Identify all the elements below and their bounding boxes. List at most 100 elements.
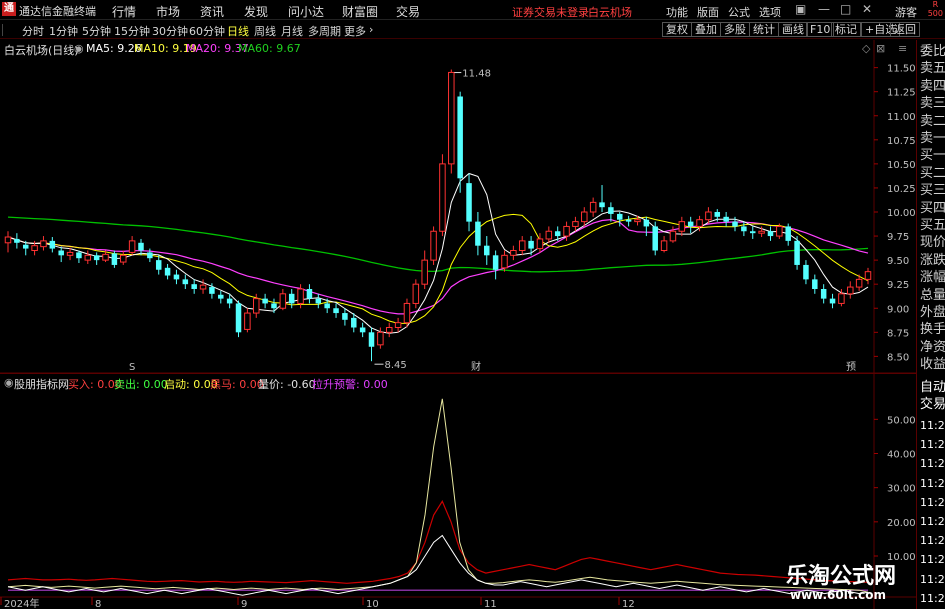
minimize-icon[interactable]: — [818,2,830,16]
menu-discover[interactable]: 发现 [244,3,268,20]
period-intraday[interactable]: 分时 [22,23,44,39]
event-marker-cai: 财 [471,360,481,373]
side-panel-item[interactable]: 交易 [920,397,945,412]
candle-body [14,238,20,243]
candle-body [412,283,420,304]
period-daily[interactable]: 日线 [227,23,249,39]
period-1min[interactable]: 1分钟 [49,23,78,39]
date-tick-label: 9 [241,599,247,609]
period-15min[interactable]: 15分钟 [114,23,150,39]
candle-body [4,236,12,244]
candle-body [608,207,614,214]
period-60min[interactable]: 60分钟 [189,23,225,39]
menu-wealth[interactable]: 财富圈 [342,3,378,20]
menu-layout[interactable]: 版面 [697,4,719,20]
candle-body [244,312,251,330]
candle-body [492,255,499,270]
indicator-toggle-icon[interactable]: ◉ [4,376,14,389]
back-button[interactable]: 返回 [890,22,920,37]
indicator-info-bar: ◉ 股朋指标网 买入: 0.00 卖出: 0.00 启动: 0.00 黑马: 0… [0,373,916,392]
candle-body [128,240,136,253]
watermark-title: 乐淘公式网 [786,564,897,589]
candle-body [599,202,605,208]
mark-button[interactable]: 标记 [831,22,861,37]
candle-body [199,284,207,290]
candle-body [829,298,836,304]
candle-body [847,286,854,295]
period-more[interactable]: 更多 [344,23,366,39]
menu-formula[interactable]: 公式 [728,4,750,20]
candle-body [625,219,632,222]
app-logo-icon: 通 [2,2,16,16]
menu-trade[interactable]: 交易 [396,3,420,20]
side-panel-item: 卖五 [920,61,945,77]
indicator-tick-label: 40.00 [887,450,916,461]
adjust-button[interactable]: 复权 [662,22,692,37]
draw-button[interactable]: 画线 [778,22,808,37]
side-panel-item: 11:29 [920,476,945,490]
menu-ask[interactable]: 问小达 [288,3,324,20]
candle-body [518,240,526,251]
menu-quotes[interactable]: 行情 [112,3,136,20]
candle-body [252,298,260,314]
candle-body [803,264,809,280]
candle-body [714,212,721,217]
candle-body [439,163,446,232]
close-icon[interactable]: ✕ [862,2,872,16]
candle-body [794,240,800,265]
menu-news[interactable]: 资讯 [200,3,224,20]
multi-stock-button[interactable]: 多股 [720,22,750,37]
side-panel-item[interactable]: 自动 [920,380,945,395]
stats-button[interactable]: 统计 [749,22,779,37]
side-panel-item: 11:29 [920,534,945,548]
price-tick-label: 10.75 [887,136,916,147]
event-marker-yu: 预 [846,361,856,373]
price-tick-label: 11.50 [887,64,916,75]
candle-body [164,267,171,276]
period-30min[interactable]: 30分钟 [152,23,188,39]
candle-body [723,216,729,222]
side-panel-item: 11:29 [920,591,945,605]
diamond-icon[interactable]: ◇ [862,42,870,55]
trade-login-warning[interactable]: 证券交易未登录 [512,4,589,20]
chevron-right-icon[interactable]: › [369,23,373,36]
side-panel-item: 净资 [920,339,945,355]
period-multi[interactable]: 多周期 [308,23,341,39]
candle-body [536,238,544,250]
candlestick-series [4,69,872,362]
indicator-volprice: 量价: -0.60 [258,378,316,391]
indicator-title[interactable]: 股朋指标网 [14,376,69,392]
candle-body [687,221,694,227]
period-monthly[interactable]: 月线 [281,23,303,39]
panel-settings-icon[interactable]: ≡ [898,42,907,55]
skin-icon[interactable]: ▣ [795,2,806,16]
candle-body [820,289,827,299]
kline-chart[interactable]: 11.50 11.25 11.00 10.75 10.50 10.25 10.00 9.75 9… [0,40,916,609]
menu-function[interactable]: 功能 [666,4,688,20]
indicator-warning: 拉升预警: 0.00 [312,378,388,391]
login-status[interactable]: 游客 [895,4,917,20]
moving-average-lines [7,172,869,334]
side-panel-item: 买三 [920,183,945,199]
side-panel-item: 卖三 [920,96,945,112]
date-tick-label: 2024年 [4,597,39,609]
price-tick-label: 9.00 [887,304,909,315]
period-weekly[interactable]: 周线 [254,23,276,39]
candle-body [785,226,791,241]
maximize-icon[interactable]: □ [840,2,851,16]
candle-body [84,254,92,261]
candle-body [864,271,872,280]
indicator-darkhorse: 黑马: 0.00 [210,378,264,391]
candle-body [528,240,534,249]
menu-market[interactable]: 市场 [156,3,180,20]
settings-circle-icon[interactable]: ◉ [74,42,84,55]
high-price-label: 11.48 [462,69,491,80]
candle-body [297,288,304,304]
overlay-button[interactable]: 叠加 [691,22,721,37]
date-tick-label: 11 [484,599,497,609]
candle-body [484,245,490,256]
period-5min[interactable]: 5分钟 [82,23,111,39]
panel-close-icon[interactable]: ⊠ [876,42,885,55]
menu-options[interactable]: 选项 [759,4,781,20]
price-tick-label: 8.75 [887,328,909,339]
